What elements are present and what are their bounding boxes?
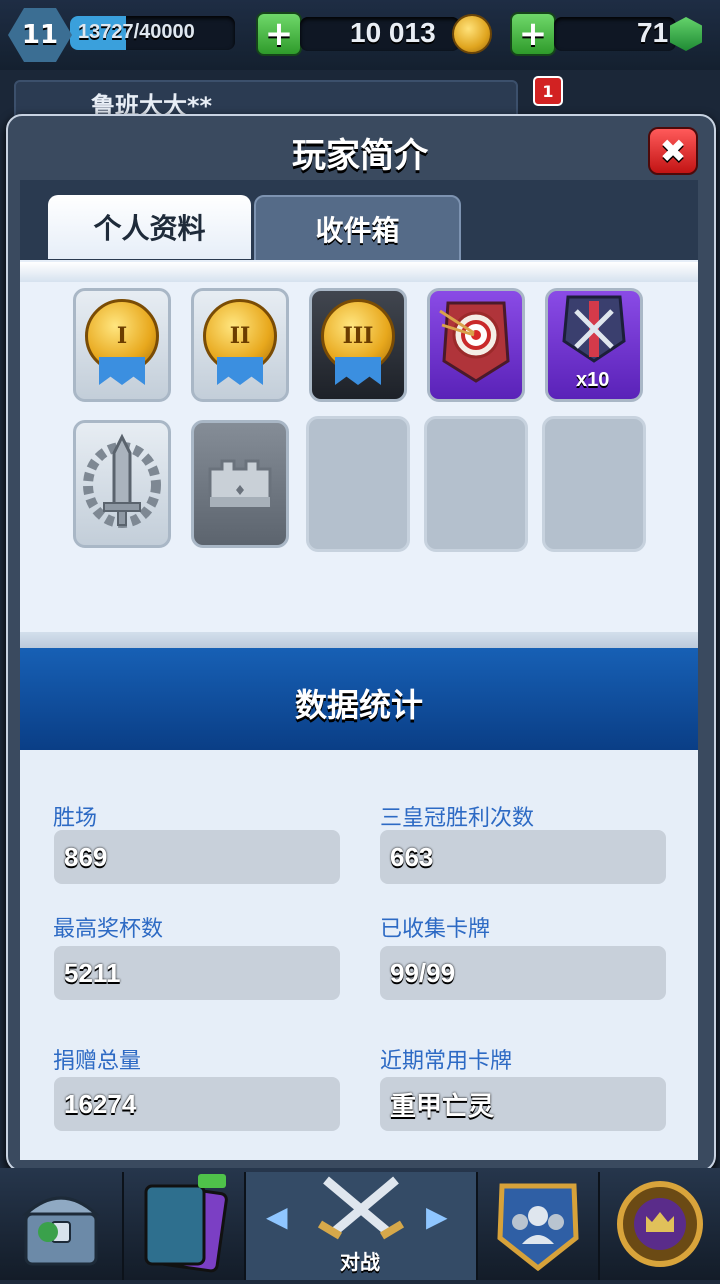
stat-value-three-crown-wins: 663 xyxy=(380,830,666,884)
silver-crown-icon xyxy=(208,459,272,507)
clan-icon xyxy=(497,1183,579,1272)
ribbon-icon xyxy=(217,357,263,385)
badge-slot-empty xyxy=(424,416,528,552)
stat-value-total-donations: 16274 xyxy=(54,1077,340,1131)
xp-text: 13727/40000 xyxy=(78,21,195,43)
nav-shop[interactable] xyxy=(0,1172,122,1280)
section-divider xyxy=(20,632,698,648)
gold-amount: 10 013 xyxy=(350,17,436,48)
nav-battle-label: 对战 xyxy=(340,1250,380,1274)
stat-label-cards-found: 已收集卡牌 xyxy=(380,917,491,942)
plus-icon: + xyxy=(518,14,548,54)
stat-value-cards-found: 99/99 xyxy=(380,946,666,1000)
ribbon-icon xyxy=(335,357,381,385)
badge-slot[interactable]: II xyxy=(191,288,289,402)
badge-slot[interactable] xyxy=(73,420,171,548)
stat-value-favorite-card: 重甲亡灵 xyxy=(380,1077,666,1131)
close-icon: ✖ xyxy=(659,132,687,170)
cards-icon xyxy=(144,1174,228,1273)
tab-inbox[interactable]: 收件箱 xyxy=(254,195,461,263)
target-arrows-icon xyxy=(439,301,510,383)
nav-clan[interactable] xyxy=(478,1172,598,1280)
badge-panel-top-edge xyxy=(20,262,698,282)
stat-value-wins: 869 xyxy=(54,830,340,884)
stat-label-highest-trophies: 最高奖杯数 xyxy=(53,917,164,942)
stats-title: 数据统计 xyxy=(294,686,423,724)
stat-label-favorite-card: 近期常用卡牌 xyxy=(380,1049,513,1074)
nav-cards[interactable] xyxy=(124,1172,244,1280)
badge-slot[interactable] xyxy=(191,420,289,548)
arrow-right-icon[interactable]: ▶ xyxy=(426,1200,448,1233)
ribbon-icon xyxy=(99,357,145,385)
modal-title: 玩家简介 xyxy=(292,136,428,176)
badge-slot[interactable]: III xyxy=(309,288,407,402)
plus-icon: + xyxy=(264,14,294,54)
gems-amount: 71 xyxy=(637,17,669,48)
arrow-left-icon[interactable]: ◀ xyxy=(266,1200,288,1233)
stat-label-three-crown-wins: 三皇冠胜利次数 xyxy=(380,806,535,831)
badge-slot[interactable]: x10 xyxy=(545,288,643,402)
treasure-chest-icon xyxy=(22,1196,100,1266)
stat-label-wins: 胜场 xyxy=(53,806,98,831)
notification-badge: 1 xyxy=(533,76,563,106)
badge-slot[interactable]: I xyxy=(73,288,171,402)
badge-slot[interactable] xyxy=(427,288,525,402)
silver-sword-laurel-icon xyxy=(83,433,161,528)
stat-value-highest-trophies: 5211 xyxy=(54,946,340,1000)
coin-icon xyxy=(452,14,492,54)
crossed-swords-icon xyxy=(562,295,626,363)
nav-tournament[interactable] xyxy=(600,1172,720,1280)
badge-count: x10 xyxy=(576,369,610,391)
add-gems-button[interactable]: + xyxy=(510,12,556,56)
badge-slot-empty xyxy=(542,416,646,552)
add-gold-button[interactable]: + xyxy=(256,12,302,56)
tab-profile[interactable]: 个人资料 xyxy=(48,195,251,259)
badge-slot-empty xyxy=(306,416,410,552)
xp-bar: 13727/40000 xyxy=(70,16,235,50)
crossed-swords-icon xyxy=(317,1176,405,1240)
close-button[interactable]: ✖ xyxy=(648,127,698,175)
stat-label-total-donations: 捐赠总量 xyxy=(53,1049,142,1074)
tournament-crown-icon xyxy=(617,1181,703,1267)
